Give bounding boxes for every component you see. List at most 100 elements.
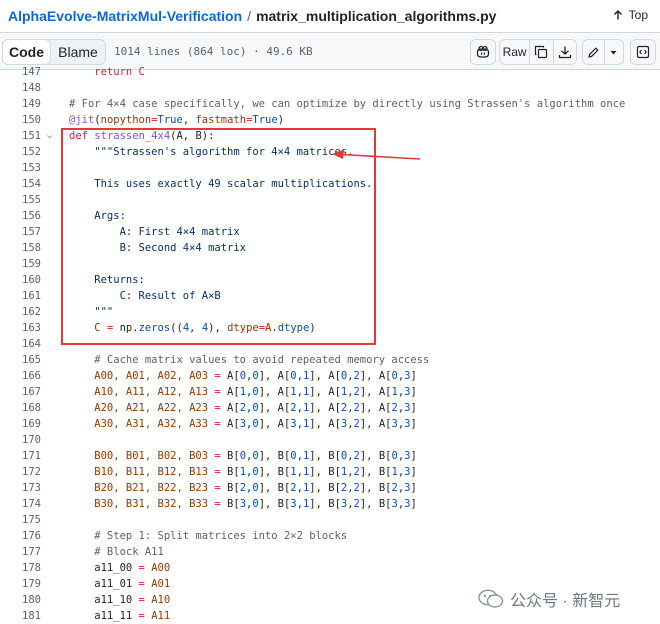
line-number[interactable]: 170 bbox=[5, 432, 41, 448]
code-line: 172 B10, B11, B12, B13 = B[1,0], B[1,1],… bbox=[0, 464, 660, 480]
line-number[interactable]: 150 bbox=[5, 112, 41, 128]
fold-chevron-icon[interactable]: ⌵ bbox=[47, 128, 52, 144]
code-token: ], A[ bbox=[258, 386, 291, 398]
line-number[interactable]: 158 bbox=[5, 240, 41, 256]
code-token: True bbox=[252, 114, 278, 126]
line-number[interactable]: 181 bbox=[5, 608, 41, 624]
download-button[interactable] bbox=[554, 40, 576, 64]
code-text: a11_01 = A01 bbox=[69, 576, 170, 592]
code-token: a11_11 bbox=[69, 610, 139, 622]
line-number[interactable]: 162 bbox=[5, 304, 41, 320]
raw-copy-download-group: Raw bbox=[499, 39, 577, 65]
code-token: ], A[ bbox=[309, 386, 341, 398]
line-number[interactable]: 149 bbox=[5, 96, 41, 112]
line-number[interactable]: 148 bbox=[5, 80, 41, 96]
code-token: ] bbox=[410, 450, 417, 462]
line-number[interactable]: 174 bbox=[5, 496, 41, 512]
wechat-icon bbox=[478, 589, 504, 608]
line-number[interactable]: 163 bbox=[5, 320, 41, 336]
code-token: ], B[ bbox=[359, 482, 392, 494]
code-line: 176 # Step 1: Split matrices into 2×2 bl… bbox=[0, 528, 660, 544]
code-token: B[ bbox=[220, 466, 240, 478]
line-number[interactable]: 151 bbox=[5, 128, 41, 144]
line-number[interactable]: 152 bbox=[5, 144, 41, 160]
code-token: A01 bbox=[144, 578, 171, 590]
line-number[interactable]: 155 bbox=[5, 192, 41, 208]
code-token: B[ bbox=[220, 450, 240, 462]
code-token: ], B[ bbox=[309, 466, 341, 478]
line-number[interactable]: 153 bbox=[5, 160, 41, 176]
line-number[interactable]: 175 bbox=[5, 512, 41, 528]
code-token: ], A[ bbox=[309, 402, 341, 414]
code-token: ], B[ bbox=[258, 498, 291, 510]
line-number[interactable]: 164 bbox=[5, 336, 41, 352]
line-number[interactable]: 159 bbox=[5, 256, 41, 272]
line-number[interactable]: 167 bbox=[5, 384, 41, 400]
code-line: 166 A00, A01, A02, A03 = A[0,0], A[0,1],… bbox=[0, 368, 660, 384]
symbols-panel-button[interactable] bbox=[630, 39, 656, 65]
code-token: ] bbox=[410, 386, 417, 398]
line-number[interactable]: 180 bbox=[5, 592, 41, 608]
line-number[interactable]: 168 bbox=[5, 400, 41, 416]
code-text: # Block A11 bbox=[69, 544, 164, 560]
copilot-button[interactable] bbox=[470, 39, 496, 65]
tab-code[interactable]: Code bbox=[2, 39, 51, 65]
line-number[interactable]: 157 bbox=[5, 224, 41, 240]
line-number[interactable]: 154 bbox=[5, 176, 41, 192]
raw-button[interactable]: Raw bbox=[500, 40, 531, 64]
code-token: # Block A11 bbox=[69, 546, 164, 558]
code-token: @jit bbox=[69, 114, 95, 126]
code-token: ], A[ bbox=[359, 402, 392, 414]
tab-blame[interactable]: Blame bbox=[51, 40, 105, 64]
code-token: A00 bbox=[144, 562, 171, 574]
line-number[interactable]: 177 bbox=[5, 544, 41, 560]
line-number[interactable]: 161 bbox=[5, 288, 41, 304]
code-line: 169 A30, A31, A32, A33 = A[3,0], A[3,1],… bbox=[0, 416, 660, 432]
code-token: B00, B01, B02, B03 bbox=[69, 450, 215, 462]
line-number[interactable]: 169 bbox=[5, 416, 41, 432]
code-line: 177 # Block A11 bbox=[0, 544, 660, 560]
code-token: ], B[ bbox=[359, 450, 392, 462]
edit-dropdown-button[interactable] bbox=[605, 40, 623, 64]
line-number[interactable]: 166 bbox=[5, 368, 41, 384]
watermark: 公众号 · 新智元 bbox=[478, 587, 621, 611]
line-number[interactable]: 165 bbox=[5, 352, 41, 368]
code-token: A20, A21, A22, A23 bbox=[69, 402, 215, 414]
code-token: ], B[ bbox=[309, 482, 341, 494]
code-token: ] bbox=[410, 370, 417, 382]
annotation-highlight-box bbox=[61, 128, 376, 345]
code-token: B[ bbox=[220, 482, 240, 494]
line-number[interactable]: 179 bbox=[5, 576, 41, 592]
symbols-panel-icon bbox=[636, 45, 650, 59]
code-text: A10, A11, A12, A13 = A[1,0], A[1,1], A[1… bbox=[69, 384, 417, 400]
edit-button[interactable] bbox=[583, 40, 605, 64]
code-token: ] bbox=[410, 482, 417, 494]
line-number[interactable]: 156 bbox=[5, 208, 41, 224]
line-number[interactable]: 173 bbox=[5, 480, 41, 496]
code-token: ], B[ bbox=[258, 482, 291, 494]
code-token: ] bbox=[410, 418, 417, 430]
code-token: a11_00 bbox=[69, 562, 139, 574]
copy-raw-button[interactable] bbox=[530, 40, 554, 64]
code-text: B30, B31, B32, B33 = B[3,0], B[3,1], B[3… bbox=[69, 496, 417, 512]
code-token: ], A[ bbox=[309, 418, 341, 430]
line-number[interactable]: 178 bbox=[5, 560, 41, 576]
copy-icon bbox=[535, 45, 548, 59]
line-number[interactable]: 171 bbox=[5, 448, 41, 464]
line-number[interactable]: 176 bbox=[5, 528, 41, 544]
line-number[interactable]: 147 bbox=[5, 64, 41, 80]
view-mode-toggle: Code Blame bbox=[2, 39, 106, 65]
code-token: B10, B11, B12, B13 bbox=[69, 466, 215, 478]
line-number[interactable]: 172 bbox=[5, 464, 41, 480]
code-token: return C bbox=[69, 66, 145, 78]
code-line: 175 bbox=[0, 512, 660, 528]
code-token: A[ bbox=[220, 386, 240, 398]
repo-link[interactable]: AlphaEvolve-MatrixMul-Verification bbox=[8, 8, 242, 24]
copilot-icon bbox=[476, 45, 490, 58]
code-token: ], B[ bbox=[359, 498, 392, 510]
line-number[interactable]: 160 bbox=[5, 272, 41, 288]
top-button[interactable]: Top bbox=[612, 8, 648, 22]
code-token: ], A[ bbox=[258, 370, 291, 382]
download-icon bbox=[558, 46, 571, 59]
code-token: a11_10 bbox=[69, 594, 139, 606]
